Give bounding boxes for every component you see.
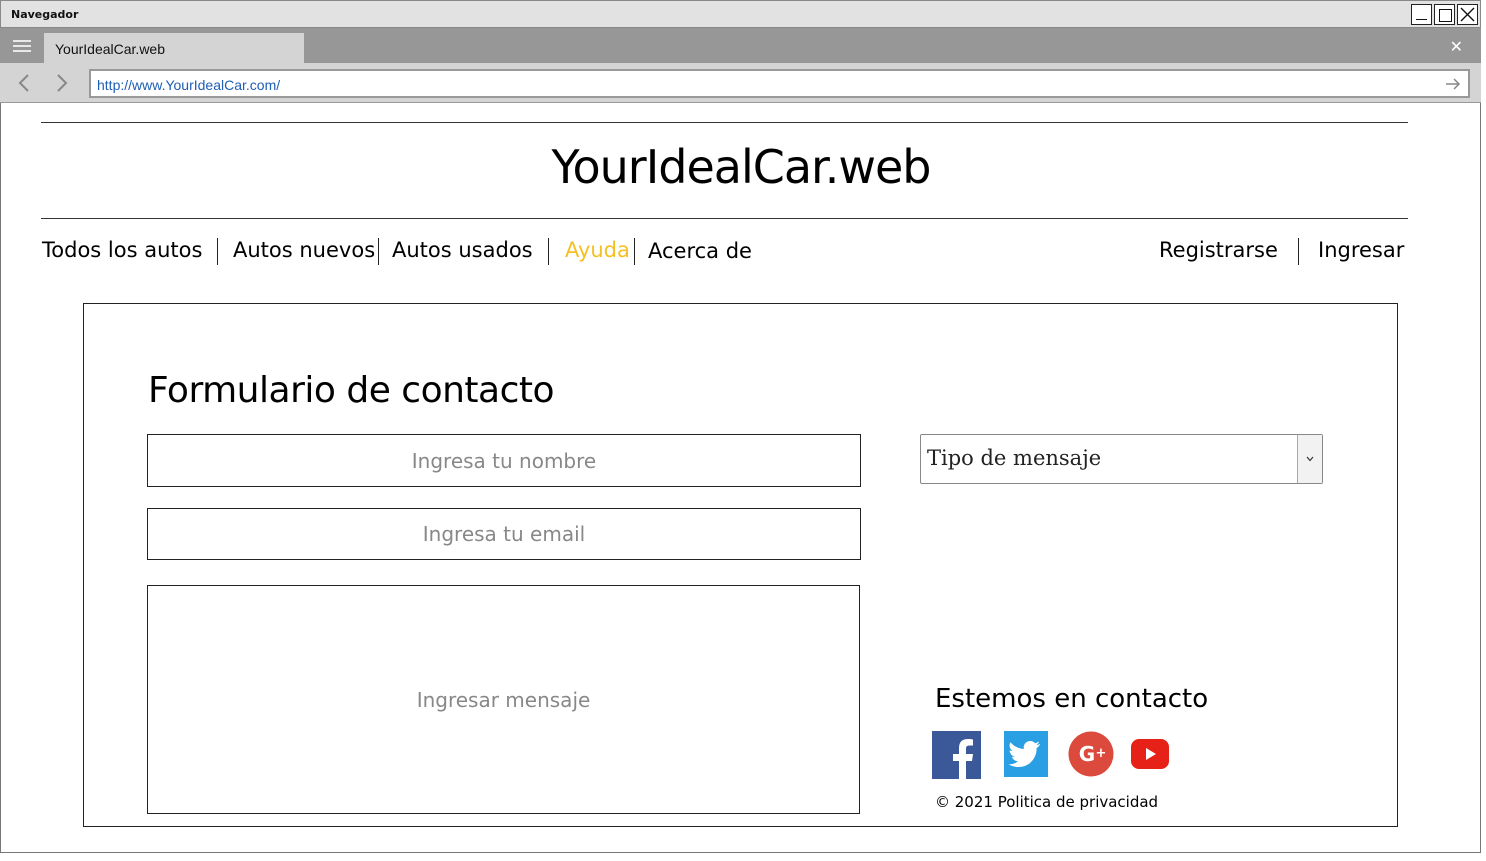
menu-separator — [548, 238, 549, 265]
menu-item-help[interactable]: Ayuda — [565, 238, 630, 262]
google-plus-icon[interactable]: G + — [1068, 731, 1114, 777]
message-type-value: Tipo de mensaje — [927, 446, 1102, 470]
window-titlebar: Navegador — [0, 0, 1481, 28]
minimize-button[interactable] — [1411, 4, 1432, 25]
close-window-button[interactable] — [1457, 4, 1478, 25]
message-textarea[interactable]: Ingresar mensaje — [147, 585, 860, 814]
menu-separator — [217, 238, 218, 265]
email-placeholder: Ingresa tu email — [422, 522, 586, 546]
menu-separator — [634, 238, 635, 265]
contact-title: Estemos en contacto — [935, 684, 1209, 714]
email-input[interactable]: Ingresa tu email — [147, 508, 861, 560]
menu-item-new-cars[interactable]: Autos nuevos — [233, 238, 375, 262]
register-link[interactable]: Registrarse — [1159, 238, 1278, 262]
twitter-icon[interactable] — [1004, 731, 1048, 777]
browser-tab[interactable]: YourIdealCar.web — [44, 33, 304, 63]
youtube-icon[interactable] — [1131, 739, 1169, 769]
facebook-icon[interactable] — [932, 731, 981, 779]
menu-icon[interactable] — [13, 40, 31, 52]
window-title: Navegador — [11, 8, 79, 21]
form-title: Formulario de contacto — [148, 370, 555, 411]
menu-item-used-cars[interactable]: Autos usados — [392, 238, 533, 262]
close-tab-icon[interactable]: ✕ — [1450, 37, 1463, 56]
forward-arrow-icon[interactable] — [50, 72, 72, 94]
menu-item-about[interactable]: Acerca de — [648, 239, 752, 263]
header-divider-top — [41, 122, 1408, 123]
menu-separator — [378, 238, 379, 265]
go-arrow-icon[interactable] — [1444, 75, 1462, 93]
tab-bar: YourIdealCar.web ✕ — [0, 28, 1481, 63]
tab-label: YourIdealCar.web — [55, 41, 166, 57]
svg-text:G: G — [1079, 742, 1095, 766]
name-placeholder: Ingresa tu nombre — [411, 448, 597, 473]
browser-navbar: http://www.YourIdealCar.com/ — [0, 63, 1481, 103]
menu-separator — [1298, 238, 1299, 265]
site-title: YourIdealCar.web — [551, 140, 932, 194]
copyright-text[interactable]: © 2021 Politica de privacidad — [935, 793, 1158, 811]
back-arrow-icon[interactable] — [14, 72, 36, 94]
message-type-select[interactable]: Tipo de mensaje — [920, 434, 1323, 484]
svg-text:+: + — [1096, 746, 1107, 761]
login-link[interactable]: Ingresar — [1318, 238, 1404, 262]
address-bar[interactable]: http://www.YourIdealCar.com/ — [89, 69, 1470, 98]
name-input[interactable]: Ingresa tu nombre — [147, 434, 861, 487]
url-text: http://www.YourIdealCar.com/ — [97, 77, 281, 93]
menu-item-all-cars[interactable]: Todos los autos — [42, 238, 202, 262]
message-placeholder: Ingresar mensaje — [416, 687, 591, 712]
header-divider-bottom — [41, 218, 1408, 219]
maximize-button[interactable] — [1434, 4, 1455, 25]
chevron-down-icon[interactable] — [1297, 435, 1322, 483]
close-icon — [1460, 7, 1475, 22]
window-controls — [1411, 4, 1478, 25]
